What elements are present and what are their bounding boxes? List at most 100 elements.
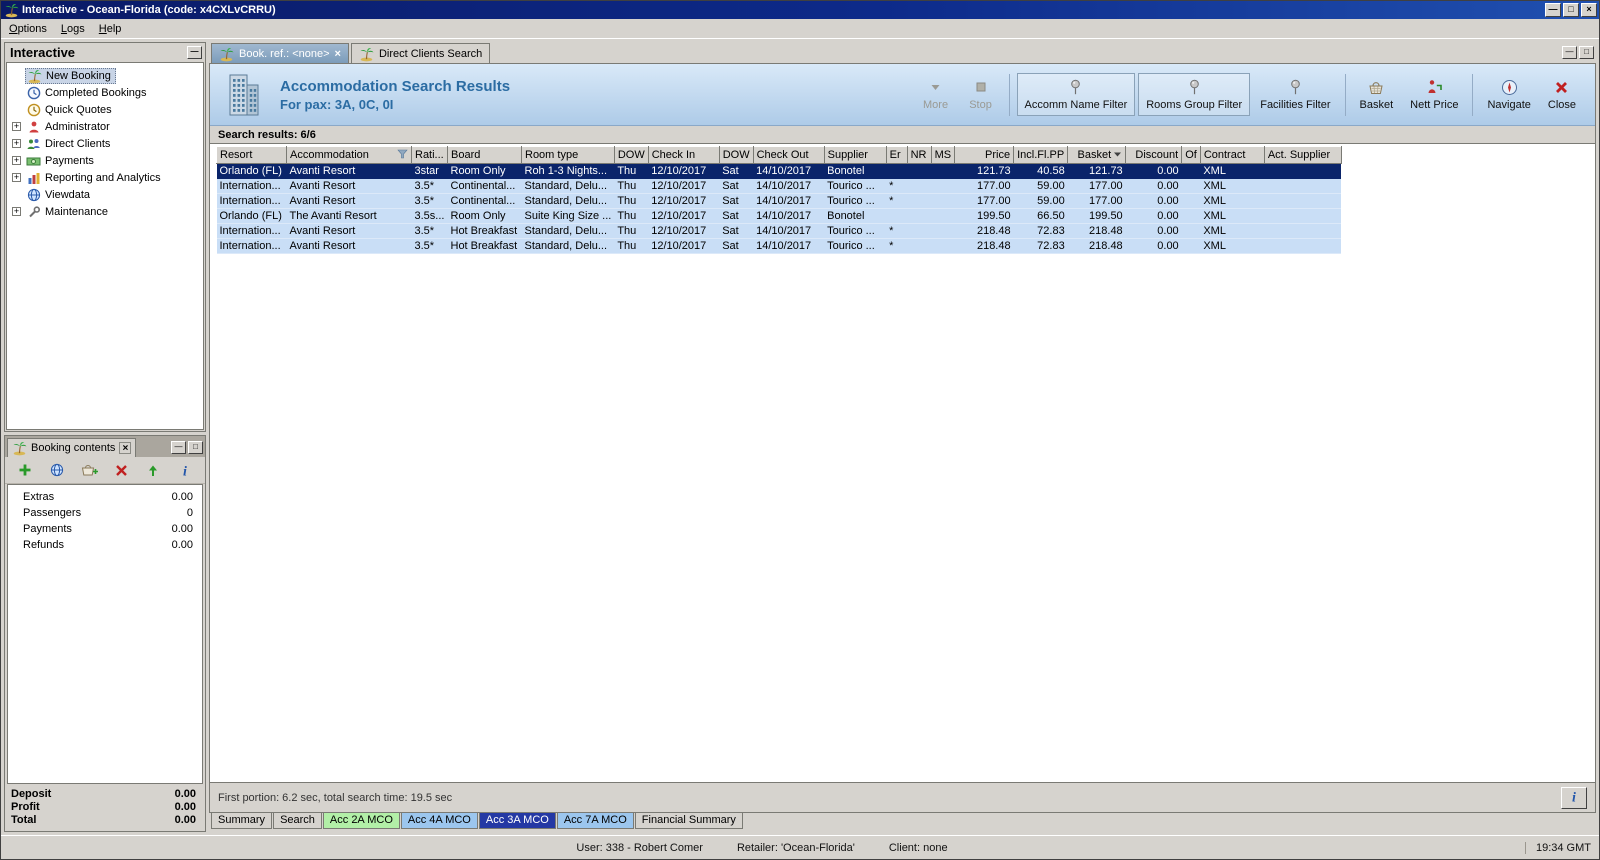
window-close-button[interactable]: × [1581,3,1597,17]
rooms-group-filter-button[interactable]: Rooms Group Filter [1138,73,1250,116]
column-header-board[interactable]: Board [448,147,522,164]
column-header-check-in[interactable]: Check In [648,147,719,164]
sidebar-item-payments[interactable]: +Payments [7,152,203,169]
table-cell: Sat [719,224,753,239]
sidebar-item-maintenance[interactable]: +Maintenance [7,203,203,220]
app-icon [4,3,19,18]
collapse-panel-button[interactable]: — [187,46,202,59]
table-cell: * [886,179,907,194]
close-button[interactable]: Close [1541,74,1583,115]
column-header-price[interactable]: Price [955,147,1014,164]
statusbar-retailer: Retailer: 'Ocean-Florida' [737,842,855,854]
column-header-accommodation[interactable]: Accommodation [287,147,412,164]
table-row[interactable]: Internation...Avanti Resort3.5*Hot Break… [217,239,1342,254]
column-header-resort[interactable]: Resort [217,147,287,164]
table-row[interactable]: Internation...Avanti Resort3.5*Continent… [217,179,1342,194]
table-cell [1264,194,1341,209]
sidebar-item-administrator[interactable]: + Administrator [7,118,203,135]
column-header-dow[interactable]: DOW [719,147,753,164]
expand-plus-icon[interactable]: + [12,139,21,148]
table-row[interactable]: Internation...Avanti Resort3.5*Continent… [217,194,1342,209]
column-header-check-out[interactable]: Check Out [753,147,824,164]
menu-logs[interactable]: Logs [54,20,92,38]
column-header-dow[interactable]: DOW [614,147,648,164]
column-header-basket[interactable]: Basket [1068,147,1126,164]
table-cell: Tourico ... [824,239,886,254]
sidebar-item-completed-bookings[interactable]: Completed Bookings [7,84,203,101]
bottom-tab-acc-3a-mco[interactable]: Acc 3A MCO [479,813,556,829]
tab-book-ref-none[interactable]: Book. ref.: <none> × [211,43,349,63]
stop-button: Stop [960,74,1002,115]
column-header-label: Basket [1078,149,1112,161]
add-icon[interactable] [16,461,34,479]
menu-help[interactable]: Help [92,20,129,38]
table-cell: 177.00 [955,194,1014,209]
bottom-tab-acc-4a-mco[interactable]: Acc 4A MCO [401,813,478,829]
close-tab-icon[interactable]: × [119,442,131,454]
export-icon[interactable] [144,461,162,479]
booking-contents-panel: Booking contents × — □ i Extras0.00Passe… [4,435,206,832]
maximize-document-button[interactable]: □ [1579,46,1594,59]
info-button[interactable]: i [1561,787,1587,809]
sidebar-item-viewdata[interactable]: Viewdata [7,186,203,203]
tab-label: Book. ref.: <none> [239,48,330,60]
tools-icon [26,204,41,219]
bottom-tab-acc-7a-mco[interactable]: Acc 7A MCO [557,813,634,829]
sidebar-item-reporting-and-analytics[interactable]: +Reporting and Analytics [7,169,203,186]
sidebar-item-label: Administrator [45,121,110,133]
expand-plus-icon[interactable]: + [12,207,21,216]
bottom-tab-search[interactable]: Search [273,813,322,829]
sidebar-item-direct-clients[interactable]: +Direct Clients [7,135,203,152]
column-header-discount[interactable]: Discount [1126,147,1182,164]
column-header-er[interactable]: Er [886,147,907,164]
close-tab-icon[interactable]: × [335,49,341,59]
expand-plus-icon[interactable]: + [12,122,21,131]
sidebar-item-new-booking[interactable]: New Booking [7,67,203,84]
column-header-contract[interactable]: Contract [1200,147,1264,164]
table-cell: Thu [614,164,648,179]
expand-plus-icon[interactable]: + [12,156,21,165]
bottom-tab-financial-summary[interactable]: Financial Summary [635,813,743,829]
table-cell: 12/10/2017 [648,209,719,224]
bottom-tab-summary[interactable]: Summary [211,813,272,829]
basket-button[interactable]: Basket [1353,74,1401,115]
menu-options[interactable]: Options [2,20,54,38]
column-header-act-supplier[interactable]: Act. Supplier [1264,147,1341,164]
table-cell: XML [1200,209,1264,224]
table-cell: Bonotel [824,209,886,224]
column-header-ms[interactable]: MS [931,147,955,164]
nett-price-button[interactable]: Nett Price [1403,74,1465,115]
tab-booking-contents[interactable]: Booking contents × [7,438,136,457]
booking-contents-toolbar: i [5,457,205,484]
table-cell [1264,239,1341,254]
table-row[interactable]: Orlando (FL)The Avanti Resort3.5s...Room… [217,209,1342,224]
column-header-nr[interactable]: NR [907,147,931,164]
window-minimize-button[interactable]: — [1545,3,1561,17]
facilities-filter-button[interactable]: Facilities Filter [1253,74,1337,115]
navigate-button[interactable]: Navigate [1480,74,1537,115]
minimize-panel-button[interactable]: — [171,441,186,454]
expand-plus-icon[interactable]: + [12,173,21,182]
info-icon[interactable]: i [176,461,194,479]
column-header-rati[interactable]: Rati... [412,147,448,164]
table-cell: Avanti Resort [287,239,412,254]
maximize-panel-button[interactable]: □ [188,441,203,454]
column-header-of[interactable]: Of [1182,147,1201,164]
column-header-supplier[interactable]: Supplier [824,147,886,164]
delete-icon[interactable] [112,461,130,479]
table-row[interactable]: Internation...Avanti Resort3.5*Hot Break… [217,224,1342,239]
window-maximize-button[interactable]: □ [1563,3,1579,17]
table-cell: 218.48 [1068,239,1126,254]
globe-icon[interactable] [48,461,66,479]
column-header-incl-fl-pp[interactable]: Incl.Fl.PP [1014,147,1068,164]
minimize-document-button[interactable]: — [1562,46,1577,59]
accomm-name-filter-button[interactable]: Accomm Name Filter [1017,73,1136,116]
basket-add-icon[interactable] [80,461,98,479]
tab-direct-clients-search[interactable]: Direct Clients Search [351,43,490,63]
table-cell: Internation... [217,194,287,209]
bottom-tab-acc-2a-mco[interactable]: Acc 2A MCO [323,813,400,829]
booking-row-value: 0.00 [172,539,193,553]
column-header-room-type[interactable]: Room type [522,147,615,164]
table-row[interactable]: Orlando (FL)Avanti Resort3starRoom OnlyR… [217,164,1342,179]
sidebar-item-quick-quotes[interactable]: Quick Quotes [7,101,203,118]
